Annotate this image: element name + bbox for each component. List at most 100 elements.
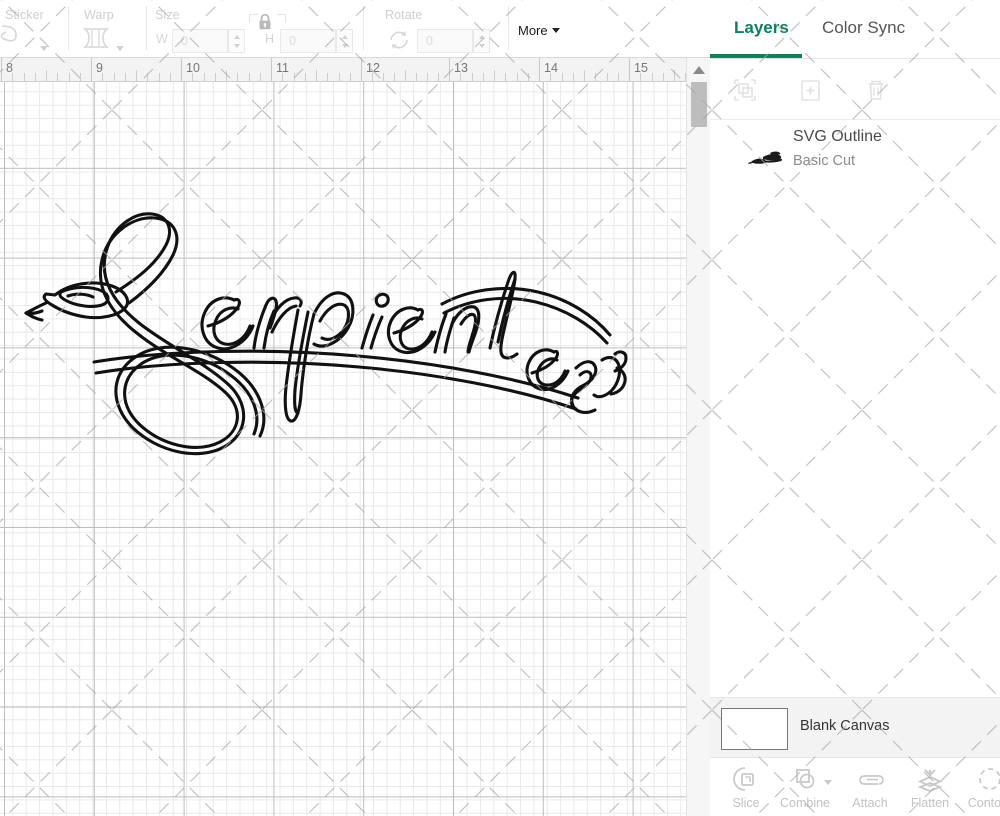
scroll-up-arrow-icon[interactable] [693,66,705,74]
tab-layers[interactable]: Layers [734,18,789,38]
layer-list-item-svg-outline[interactable]: SVG Outline Basic Cut [710,128,1000,190]
ruler-minor-tick [394,73,395,81]
ruler-minor-tick [472,73,473,81]
slice-button[interactable]: Slice [715,764,777,810]
toolbar-divider-1 [68,6,69,50]
sticker-caret-icon[interactable] [40,38,48,56]
attach-button[interactable]: Attach [839,764,901,810]
layer-actions-toolbar [710,59,1000,120]
contour-icon [959,764,1000,794]
width-stepper-up-icon[interactable] [234,35,240,39]
ruler-minor-tick [350,73,351,81]
toolbar-divider-3 [363,6,364,50]
height-stepper[interactable] [336,29,353,53]
ruler-minor-tick [237,73,238,81]
slice-label: Slice [715,796,777,810]
ruler-minor-tick [618,73,619,81]
lock-bracket-left [249,14,258,23]
ruler-minor-tick [294,73,295,81]
height-stepper-down-icon[interactable] [342,44,348,48]
more-button[interactable]: More [518,23,560,38]
ruler-major-tick [539,58,540,82]
rotate-stepper-up-icon[interactable] [479,35,485,39]
canvas-color-swatch[interactable] [721,708,788,750]
rotate-input[interactable]: 0 [417,29,473,53]
rotate-label: Rotate [385,8,422,22]
ruler-minor-tick [35,73,36,81]
panel-tabs: Layers Color Sync [710,0,1000,59]
ruler-minor-tick [316,70,317,81]
artwork-serpientes[interactable] [0,172,658,462]
scroll-thumb[interactable] [691,82,707,127]
horizontal-ruler: 89101112131415 [0,58,686,82]
combine-button[interactable]: Combine [774,764,836,810]
more-caret-icon[interactable] [552,28,560,33]
design-canvas[interactable] [0,82,686,816]
width-axis-letter: W [156,32,168,46]
ruler-minor-tick [12,73,13,81]
ruler-minor-tick [528,73,529,81]
flatten-button[interactable]: Flatten [899,764,961,810]
ruler-major-tick [1,58,2,82]
ruler-minor-tick [24,73,25,81]
combine-caret-icon[interactable] [824,780,832,785]
warp-icon[interactable] [82,27,110,54]
width-stepper[interactable] [228,29,245,53]
rotate-stepper[interactable] [473,29,490,53]
width-stepper-down-icon[interactable] [234,44,240,48]
sticker-label: Sticker [5,8,44,22]
contour-button[interactable]: Contour [959,764,1000,810]
size-label: Size [155,8,180,22]
ruler-minor-tick [483,73,484,81]
ruler-major-tick [181,58,182,82]
group-icon[interactable] [728,73,762,107]
ruler-minor-tick [562,73,563,81]
width-input[interactable]: 0 [172,29,228,53]
more-label: More [518,23,548,38]
tab-active-underline [710,54,802,58]
ruler-minor-tick [584,70,585,81]
contour-label: Contour [959,796,1000,810]
height-input[interactable]: 0 [280,29,336,53]
delete-icon[interactable] [859,73,893,107]
ruler-minor-tick [383,73,384,81]
ruler-minor-tick [136,70,137,81]
ruler-minor-tick [102,73,103,81]
combine-icon [774,764,836,794]
tab-color-sync[interactable]: Color Sync [822,18,905,38]
blank-canvas-row[interactable]: Blank Canvas [710,697,1000,757]
ruler-minor-tick [494,70,495,81]
ruler-minor-tick [69,73,70,81]
ruler-minor-tick [226,70,227,81]
ruler-minor-tick [674,70,675,81]
ruler-minor-tick [57,73,58,81]
rotate-stepper-down-icon[interactable] [479,44,485,48]
ruler-major-tick [361,58,362,82]
sticker-icon[interactable] [0,24,28,55]
duplicate-icon[interactable] [794,73,828,107]
rotate-icon[interactable] [387,28,411,57]
height-stepper-up-icon[interactable] [342,35,348,39]
ruler-major-tick [449,58,450,82]
ruler-minor-tick [170,73,171,81]
flatten-label: Flatten [899,796,961,810]
ruler-minor-tick [114,73,115,81]
layer-subtitle: Basic Cut [793,153,855,169]
ruler-minor-tick [640,73,641,81]
ruler-minor-tick [652,73,653,81]
warp-caret-icon[interactable] [116,38,124,56]
toolbar-group-sticker[interactable]: Sticker [0,0,68,57]
ruler-minor-tick [147,73,148,81]
canvas-vertical-scrollbar[interactable] [686,58,710,816]
ruler-minor-tick [192,73,193,81]
ruler-minor-tick [249,73,250,81]
ruler-major-tick [91,58,92,82]
ruler-minor-tick [517,73,518,81]
top-toolbar: Sticker Warp Size W [0,0,710,58]
ruler-minor-tick [204,73,205,81]
slice-icon [715,764,777,794]
ruler-minor-tick [550,73,551,81]
toolbar-group-warp[interactable]: Warp [80,0,145,57]
ruler-minor-tick [282,73,283,81]
ruler-minor-tick [327,73,328,81]
